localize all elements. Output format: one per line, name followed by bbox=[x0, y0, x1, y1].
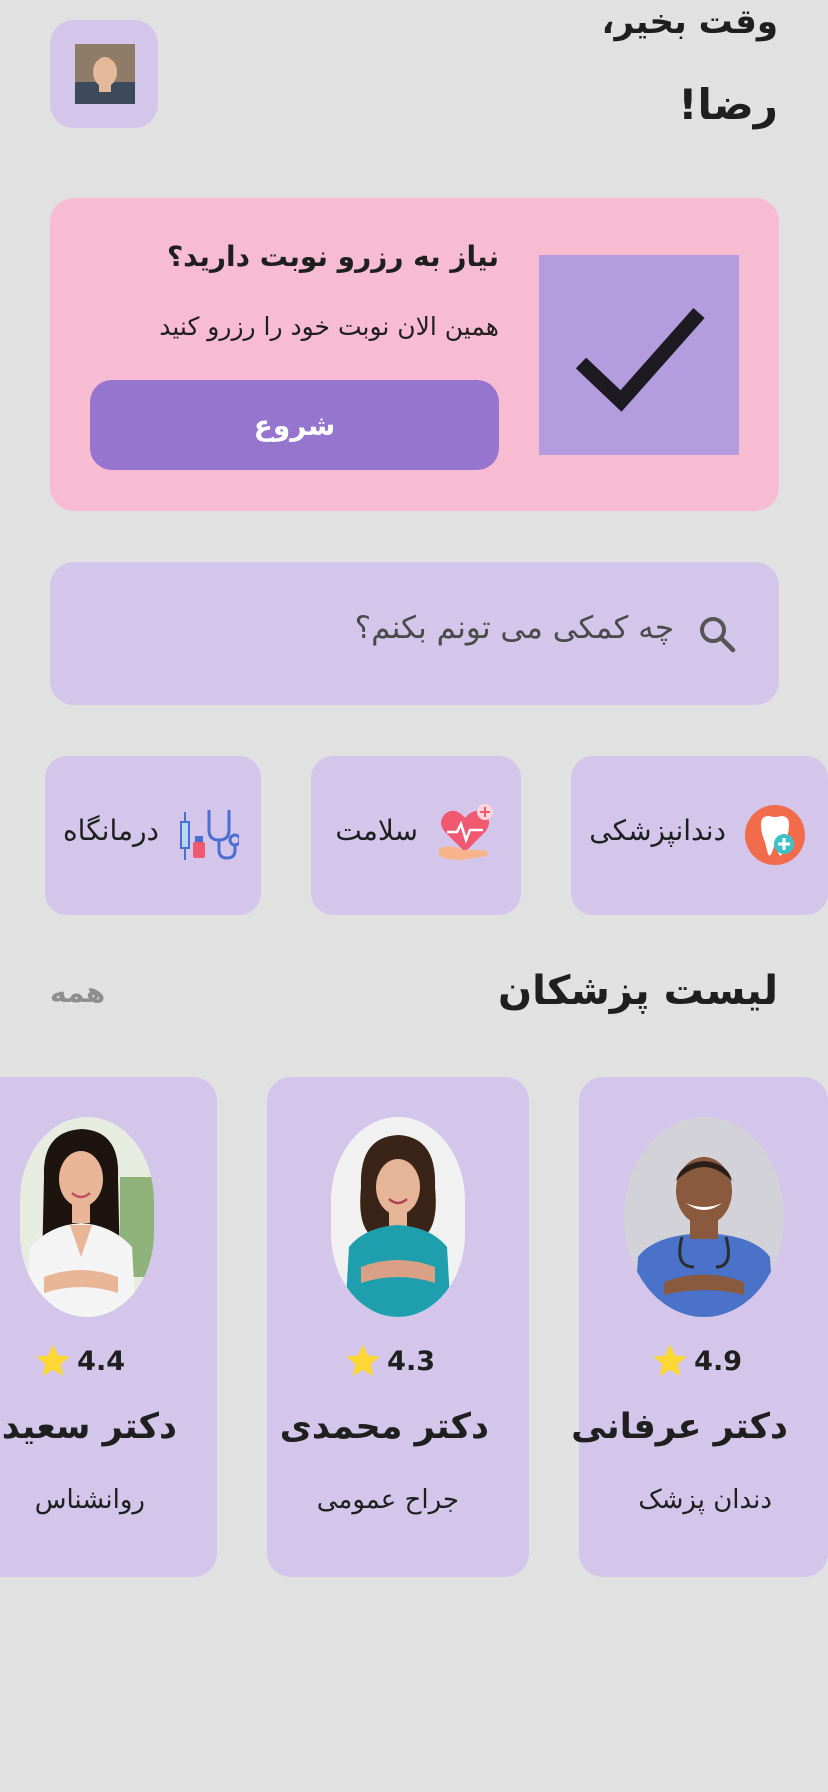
user-name: رضا! bbox=[678, 80, 778, 129]
star-icon bbox=[36, 1344, 70, 1376]
category-label: دندانپزشکی bbox=[589, 814, 726, 847]
doctor-photo bbox=[624, 1117, 784, 1317]
doctor-card[interactable]: 4.9 دکتر عرفانی دندان پزشک bbox=[571, 1077, 828, 1577]
doctor-rating: 4.9 bbox=[650, 1339, 742, 1383]
category-clinic[interactable]: درمانگاه bbox=[45, 756, 261, 915]
rating-value: 4.4 bbox=[77, 1345, 125, 1377]
category-label: سلامت bbox=[335, 814, 418, 847]
doctor-photo bbox=[20, 1117, 154, 1317]
heart-care-icon bbox=[439, 804, 493, 860]
category-dentistry[interactable]: دندانپزشکی bbox=[571, 756, 828, 915]
rating-value: 4.9 bbox=[694, 1345, 742, 1377]
see-all-link[interactable]: همه bbox=[50, 976, 105, 1009]
doctor-specialty: دندان پزشک bbox=[638, 1485, 772, 1515]
doctor-name: دکتر عرفانی bbox=[571, 1407, 788, 1447]
profile-avatar-button[interactable] bbox=[50, 20, 158, 128]
doctor-name: دکتر محمدی bbox=[279, 1407, 489, 1447]
rating-value: 4.3 bbox=[387, 1345, 435, 1377]
promo-title: نیاز به رزرو نوبت دارید؟ bbox=[166, 240, 499, 273]
category-health[interactable]: سلامت bbox=[311, 756, 521, 915]
doctors-list-title: لیست پزشکان bbox=[498, 968, 778, 1014]
start-button[interactable]: شروع bbox=[90, 380, 499, 470]
doctor-rating: 4.3 bbox=[343, 1339, 435, 1383]
search-icon bbox=[700, 617, 736, 653]
doctor-specialty: جراح عمومی bbox=[316, 1485, 459, 1515]
search-bar[interactable]: چه کمکی می تونم بکنم؟ bbox=[50, 562, 779, 705]
checkmark-icon bbox=[539, 255, 739, 455]
tooth-icon bbox=[745, 805, 805, 865]
doctor-specialty: روانشناس bbox=[34, 1485, 145, 1515]
promo-subtitle: همین الان نوبت خود را رزرو کنید bbox=[159, 312, 499, 341]
star-icon bbox=[653, 1344, 687, 1376]
search-input[interactable]: چه کمکی می تونم بکنم؟ bbox=[355, 610, 674, 646]
stethoscope-icon bbox=[180, 810, 239, 860]
doctor-card[interactable]: 4.3 دکتر محمدی جراح عمومی bbox=[267, 1077, 529, 1577]
avatar bbox=[75, 44, 135, 104]
doctor-name: دکتر سعیدی bbox=[0, 1407, 177, 1447]
appointment-promo-card: نیاز به رزرو نوبت دارید؟ همین الان نوبت … bbox=[50, 198, 779, 511]
doctor-card[interactable]: 4.4 دکتر سعیدی روانشناس bbox=[0, 1077, 217, 1577]
greeting-text: وقت بخیر، bbox=[601, 2, 778, 42]
star-icon bbox=[346, 1344, 380, 1376]
doctor-rating: 4.4 bbox=[33, 1339, 125, 1383]
category-label: درمانگاه bbox=[63, 814, 159, 847]
doctor-photo bbox=[331, 1117, 465, 1317]
